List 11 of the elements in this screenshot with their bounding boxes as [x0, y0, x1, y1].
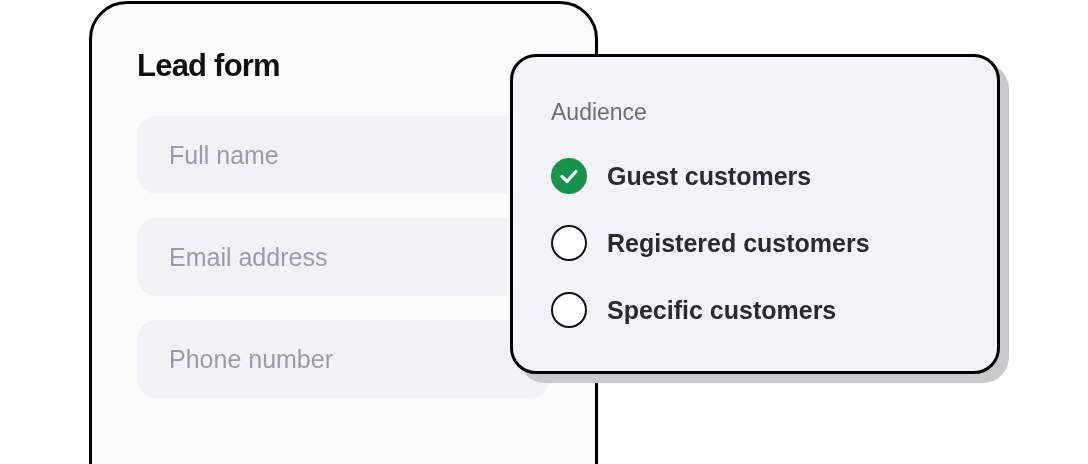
audience-title: Audience [551, 101, 648, 124]
option-label: Guest customers [607, 163, 812, 189]
form-title: Lead form [137, 50, 281, 81]
option-label: Registered customers [607, 230, 870, 256]
input-field[interactable]: Phone number [137, 320, 550, 398]
radio-button[interactable] [551, 225, 587, 261]
input-field[interactable]: Email address [137, 218, 509, 296]
radio-checked-icon[interactable] [551, 158, 587, 194]
option-label: Specific customers [607, 297, 837, 323]
input-field[interactable]: Full name [137, 116, 509, 194]
radio-button[interactable] [551, 292, 587, 328]
